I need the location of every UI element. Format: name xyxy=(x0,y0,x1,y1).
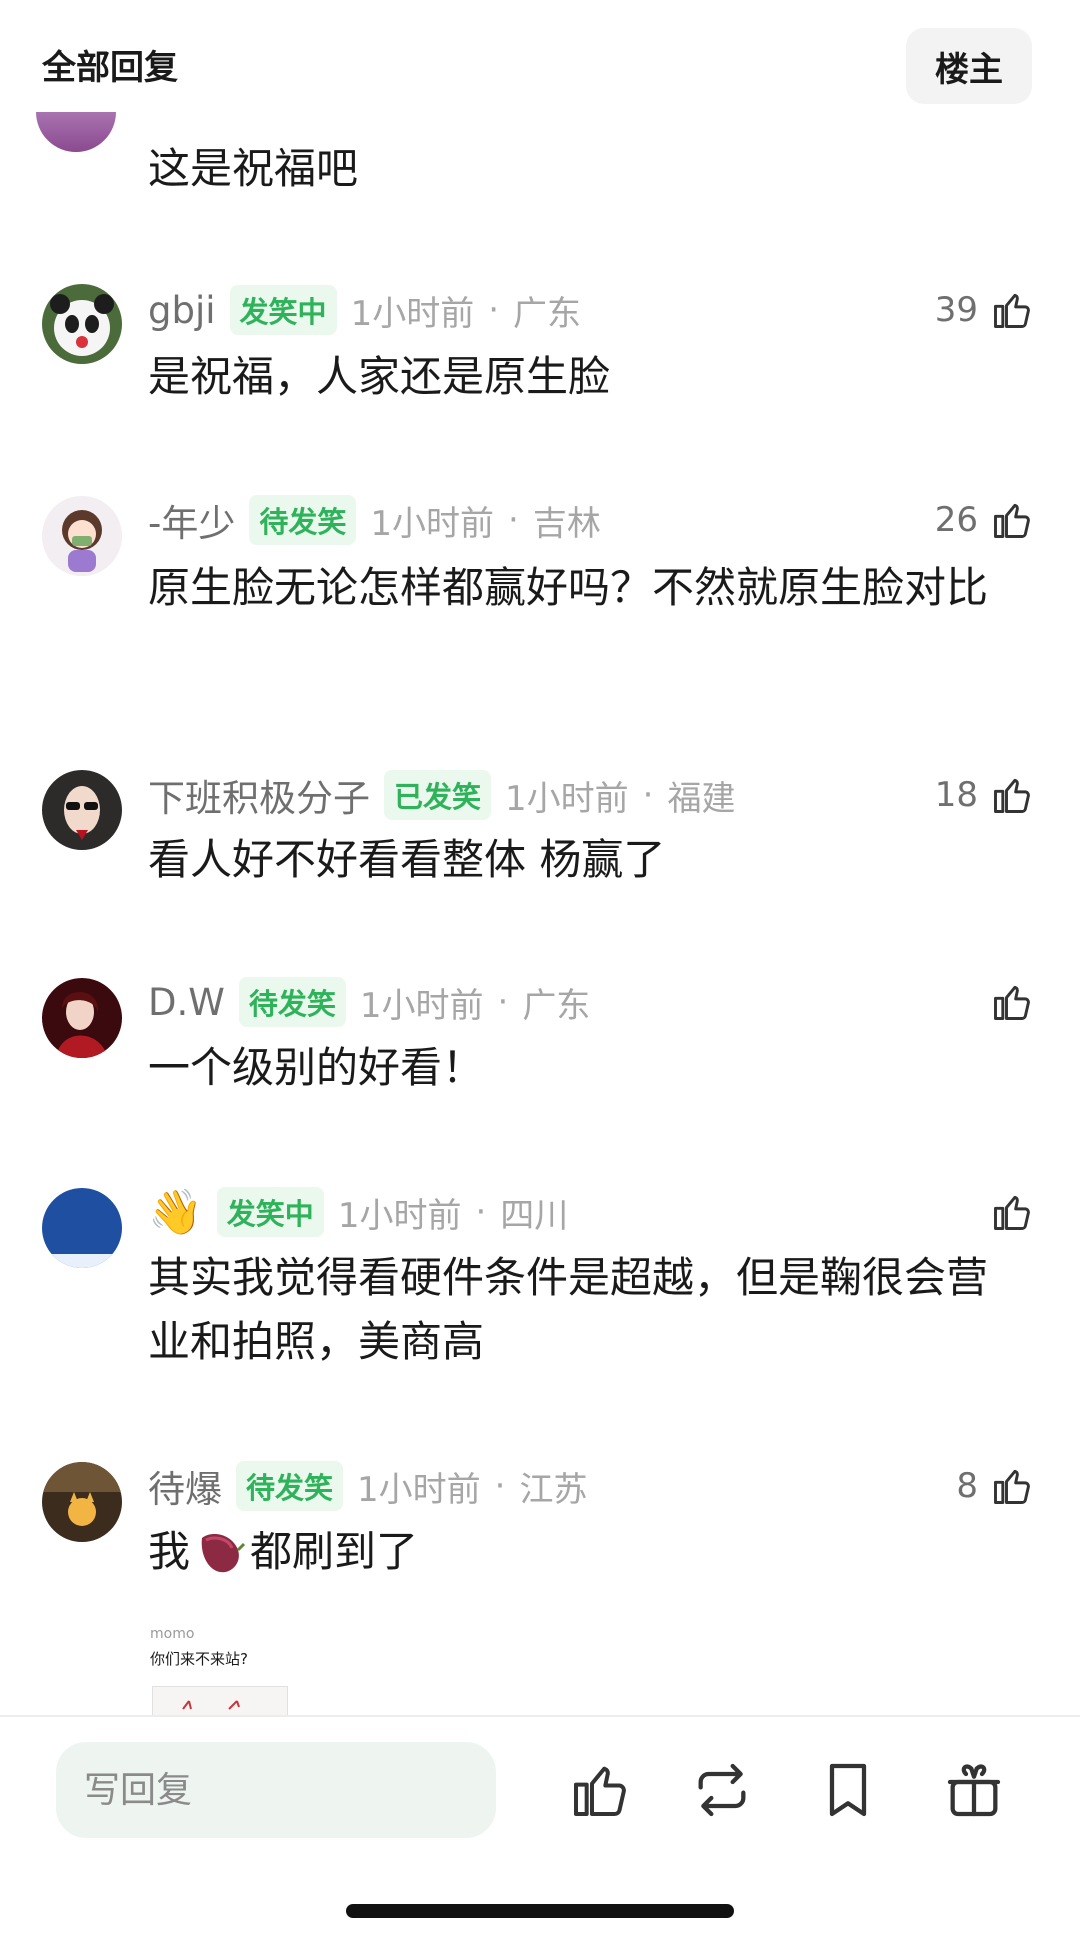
separator: · xyxy=(497,982,509,1022)
separator: · xyxy=(488,290,500,330)
username[interactable]: -年少 xyxy=(148,493,235,547)
separator: · xyxy=(494,1466,506,1506)
comment-region: 四川 xyxy=(500,1195,569,1236)
status-badge: 已发笑 xyxy=(384,770,492,820)
embedded-image[interactable] xyxy=(152,1686,288,1717)
repost-icon xyxy=(698,1763,746,1817)
comment-text: 这是祝福吧 xyxy=(148,144,359,193)
comment-time: 1小时前 xyxy=(505,778,629,819)
comment-meta-row: -年少 待发笑 1小时前 · 吉林 xyxy=(148,493,601,547)
status-badge: 发笑中 xyxy=(229,285,337,335)
comment-text: 原生脸无论怎样都赢好吗？不然就原生脸对比 xyxy=(148,563,989,612)
separator: · xyxy=(475,1192,487,1232)
comment-text: 看人好不好看看整体 杨赢了 xyxy=(148,835,666,884)
separator: · xyxy=(642,775,654,815)
girl-sunglasses-icon xyxy=(42,770,122,850)
status-badge: 待发笑 xyxy=(249,495,357,545)
avatar[interactable] xyxy=(42,978,122,1058)
comment-region: 江苏 xyxy=(519,1469,588,1510)
username[interactable]: 待爆 xyxy=(148,1459,222,1513)
comment-region: 广东 xyxy=(513,293,582,334)
panda-icon xyxy=(42,284,122,364)
username[interactable]: 👋 xyxy=(148,1186,203,1238)
blue-sky-icon xyxy=(42,1188,122,1268)
status-badge: 待发笑 xyxy=(238,977,346,1027)
comment-text: 我 都刷到了 xyxy=(148,1520,1018,1584)
image-thumbnail-icon xyxy=(153,1687,287,1716)
avatar[interactable] xyxy=(42,1462,122,1542)
thumbs-up-icon xyxy=(994,778,1030,813)
like-count: 8 xyxy=(956,1466,978,1506)
status-badge: 发笑中 xyxy=(216,1187,324,1237)
comment-text-part: 都刷到了 xyxy=(250,1527,419,1576)
avatar[interactable] xyxy=(42,770,122,850)
comment-meta-row: 待爆 待发笑 1小时前 · 江苏 xyxy=(148,1459,588,1513)
separator: · xyxy=(508,500,519,540)
comment-region: 吉林 xyxy=(532,503,601,544)
like-button[interactable]: 26 xyxy=(935,496,1034,544)
gift-button[interactable] xyxy=(942,1758,1006,1822)
comment-time: 1小时前 xyxy=(350,293,475,334)
comment-meta-row: gbji 发笑中 1小时前 · 广东 xyxy=(148,285,582,335)
comment-text: 其实我觉得看硬件条件是超越，但是鞠很会营业和拍照，美商高 xyxy=(148,1253,989,1366)
thumbs-up-icon xyxy=(994,985,1030,1020)
like-button[interactable] xyxy=(978,1188,1034,1236)
like-button[interactable]: 18 xyxy=(935,771,1034,819)
bookmark-icon xyxy=(829,1763,867,1817)
comment-time: 1小时前 xyxy=(370,503,495,544)
comment-time: 1小时前 xyxy=(359,985,484,1026)
comment-text: 一个级别的好看！ xyxy=(148,1043,485,1092)
owner-filter-button-overlay[interactable]: 楼主 xyxy=(906,28,1032,104)
cartoon-girl-icon xyxy=(42,496,122,576)
username[interactable]: 下班积极分子 xyxy=(148,768,370,822)
thumbs-up-icon xyxy=(994,1195,1030,1230)
comment-region: 福建 xyxy=(667,778,736,819)
avatar[interactable] xyxy=(42,284,122,364)
cat-icon xyxy=(42,1462,122,1542)
comment-meta-row: 👋 发笑中 1小时前 · 四川 xyxy=(148,1186,569,1238)
thumbs-up-icon xyxy=(994,1469,1030,1504)
reply-input[interactable] xyxy=(56,1742,496,1838)
page-title-overlay: 全部回复 xyxy=(42,48,178,88)
username[interactable]: D.W xyxy=(148,981,225,1024)
avatar[interactable] xyxy=(42,496,122,576)
username[interactable]: gbji xyxy=(148,289,216,332)
gift-icon xyxy=(947,1764,1001,1817)
like-button[interactable]: 8 xyxy=(956,1462,1034,1510)
like-count: 26 xyxy=(934,500,978,540)
like-button[interactable]: 39 xyxy=(935,286,1034,334)
comment-text: 是祝福，人家还是原生脸 xyxy=(148,352,611,401)
repost-button[interactable] xyxy=(690,1758,754,1822)
embedded-username: momo xyxy=(150,1626,195,1642)
like-tool-button[interactable] xyxy=(568,1758,632,1822)
sweet-potato-icon xyxy=(201,1534,246,1573)
comment-text-part: 我 xyxy=(148,1527,191,1576)
like-count: 39 xyxy=(934,290,978,330)
like-button[interactable] xyxy=(978,978,1034,1026)
thumbs-up-icon xyxy=(994,293,1030,328)
home-indicator xyxy=(346,1904,734,1918)
comment-time: 1小时前 xyxy=(357,1469,481,1510)
embedded-text: 你们来不来站? xyxy=(150,1650,248,1668)
comment-time: 1小时前 xyxy=(337,1195,462,1236)
bookmark-button[interactable] xyxy=(816,1758,880,1822)
girl-red-icon xyxy=(42,978,122,1058)
thumbs-up-icon xyxy=(994,503,1030,538)
comment-region: 广东 xyxy=(522,985,591,1026)
status-badge: 待发笑 xyxy=(236,1461,344,1511)
avatar[interactable] xyxy=(42,1188,122,1268)
comment-meta-row: D.W 待发笑 1小时前 · 广东 xyxy=(148,977,591,1027)
comment-meta-row: 下班积极分子 已发笑 1小时前 · 福建 xyxy=(148,768,736,822)
thumbs-up-icon xyxy=(574,1766,626,1816)
like-count: 18 xyxy=(934,775,978,815)
